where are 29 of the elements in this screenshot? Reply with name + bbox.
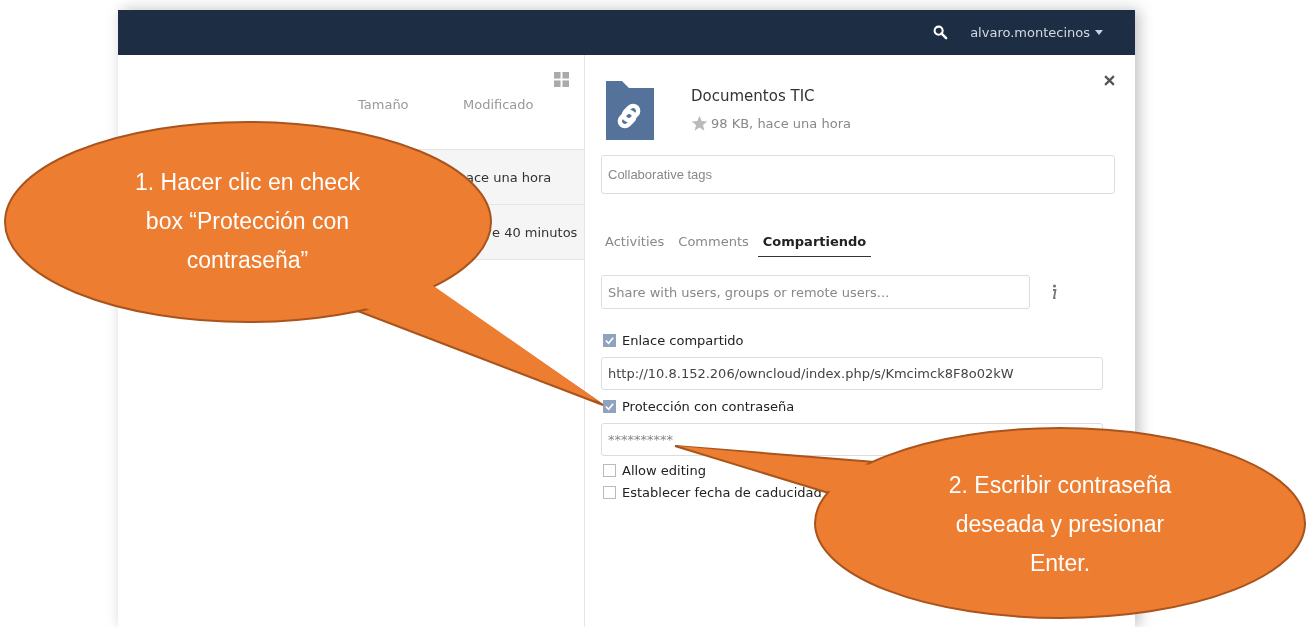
file-meta: 98 KB, hace una hora: [711, 116, 851, 131]
folder-link-icon: [605, 81, 655, 141]
grid-view-icon[interactable]: [554, 72, 569, 87]
callout-text: 2. Escribir contraseña deseada y presionar Enter.: [947, 471, 1173, 578]
column-header[interactable]: Tamaño: [358, 97, 409, 112]
checkbox-label: Establecer fecha de caducidad: [622, 485, 822, 500]
user-menu[interactable]: alvaro.montecinos: [970, 25, 1103, 40]
checkbox[interactable]: [603, 334, 616, 347]
tab[interactable]: Activities: [601, 230, 670, 257]
checkbox-label: Enlace compartido: [622, 333, 744, 348]
file-title: Documentos TIC: [691, 87, 816, 105]
tags-field[interactable]: Collaborative tags: [601, 155, 1115, 194]
tab[interactable]: Comments: [673, 230, 754, 257]
info-icon[interactable]: [1050, 284, 1057, 300]
star-icon[interactable]: [691, 115, 708, 132]
checkbox-label: Protección con contraseña: [622, 399, 795, 414]
checkbox[interactable]: [603, 486, 616, 499]
close-icon[interactable]: [1104, 75, 1115, 86]
column-header[interactable]: Modificado: [463, 97, 534, 112]
checkbox[interactable]: [603, 464, 616, 477]
checkbox-label: Allow editing: [622, 463, 706, 478]
callout-text: 1. Hacer clic en check box “Protección con contraseña”: [134, 168, 361, 275]
checkbox[interactable]: [603, 400, 616, 413]
table-cell: e 40 minutos: [492, 224, 578, 240]
share-field[interactable]: Share with users, groups or remote users...: [601, 275, 1030, 309]
tab[interactable]: Compartiendo: [757, 230, 872, 257]
search-icon[interactable]: [933, 25, 949, 40]
link-field[interactable]: http://10.8.152.206/owncloud/index.php/s/Kmcimck8F8o02kW: [601, 357, 1103, 390]
caret-icon[interactable]: [1095, 30, 1103, 35]
